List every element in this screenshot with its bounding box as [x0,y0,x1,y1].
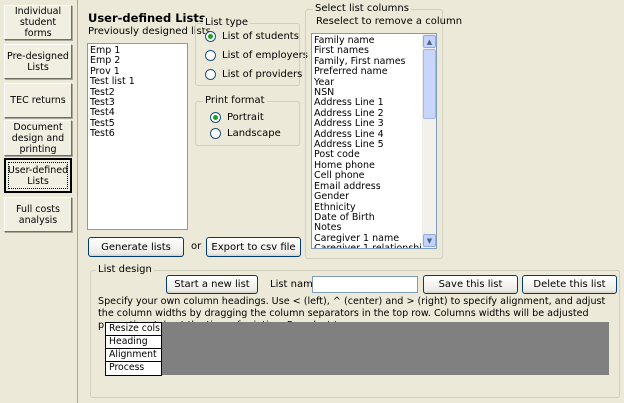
grid-row-labels: Resize cols Heading Alignment Process [105,322,162,376]
scroll-up-icon[interactable]: ▲ [423,35,436,48]
nav-pre-designed-lists[interactable]: Pre-designed Lists [4,44,72,79]
radio-label: Portrait [227,112,264,123]
radio-unselected-icon [205,50,216,61]
list-design-legend: List design [96,264,154,275]
list-name-input[interactable] [312,276,418,293]
radio-list-of-providers[interactable]: List of providers [205,69,302,80]
start-new-list-button[interactable]: Start a new list [166,275,258,294]
columns-hint: Reselect to remove a column [316,16,463,27]
row-label-heading: Heading [106,336,161,349]
nav-tec-returns[interactable]: TEC returns [4,83,72,118]
radio-landscape[interactable]: Landscape [210,128,281,139]
page-title: User-defined Lists [88,11,206,25]
delete-list-button[interactable]: Delete this list [522,275,617,294]
previous-lists-label: Previously designed lists [88,26,211,37]
nav-full-costs-analysis[interactable]: Full costs analysis [4,197,72,232]
radio-label: Landscape [227,128,281,139]
radio-list-of-students[interactable]: List of students [205,31,299,42]
nav-label: Full costs analysis [16,203,60,226]
nav-user-defined-lists[interactable]: User-defined Lists [4,158,72,193]
nav-individual-student-forms[interactable]: Individual student forms [4,5,72,40]
nav-label: Pre-designed Lists [7,50,69,73]
row-label-alignment: Alignment [106,349,161,362]
radio-label: List of employers [222,50,309,61]
radio-label: List of providers [222,69,303,80]
row-label-resize-cols: Resize cols [106,323,161,336]
columns-legend: Select list columns [313,3,411,14]
export-csv-button[interactable]: Export to csv file [206,237,301,257]
scroll-down-icon[interactable]: ▼ [423,234,436,247]
previous-lists-listbox[interactable]: Emp 1 Emp 2 Prov 1 Test list 1 Test2 Test3 Tes… [87,43,188,230]
left-nav: Individual student forms Pre-designed Li… [0,0,78,403]
generate-lists-button[interactable]: Generate lists [88,237,184,257]
nav-label: User-defined Lists [7,164,69,187]
columns-scrollbar[interactable]: ▲ ▼ [422,34,436,248]
nav-label: TEC returns [10,95,66,106]
radio-selected-icon [210,112,221,123]
nav-label: Document design and printing [11,121,65,155]
print-format-legend: Print format [203,95,267,106]
nav-label: Individual student forms [14,6,62,39]
radio-unselected-icon [205,69,216,80]
print-format-group [195,101,300,146]
column-list-item[interactable]: Gender [312,191,420,202]
previous-list-item[interactable]: Test6 [88,128,187,139]
radio-label: List of students [222,31,299,42]
row-label-process: Process [109,362,145,373]
column-design-grid[interactable] [105,322,609,375]
nav-document-design-printing[interactable]: Document design and printing [4,120,72,156]
radio-selected-icon [205,31,216,42]
column-list-item[interactable]: Caregiver 1 relationship [312,243,428,248]
or-label: or [191,241,202,252]
columns-listbox[interactable]: Family name First names Family, First name… [311,33,437,249]
scroll-thumb[interactable] [423,49,436,119]
list-type-legend: List type [203,17,250,28]
radio-portrait[interactable]: Portrait [210,112,264,123]
save-list-button[interactable]: Save this list [423,275,518,294]
radio-list-of-employers[interactable]: List of employers [205,50,308,61]
radio-unselected-icon [210,128,221,139]
